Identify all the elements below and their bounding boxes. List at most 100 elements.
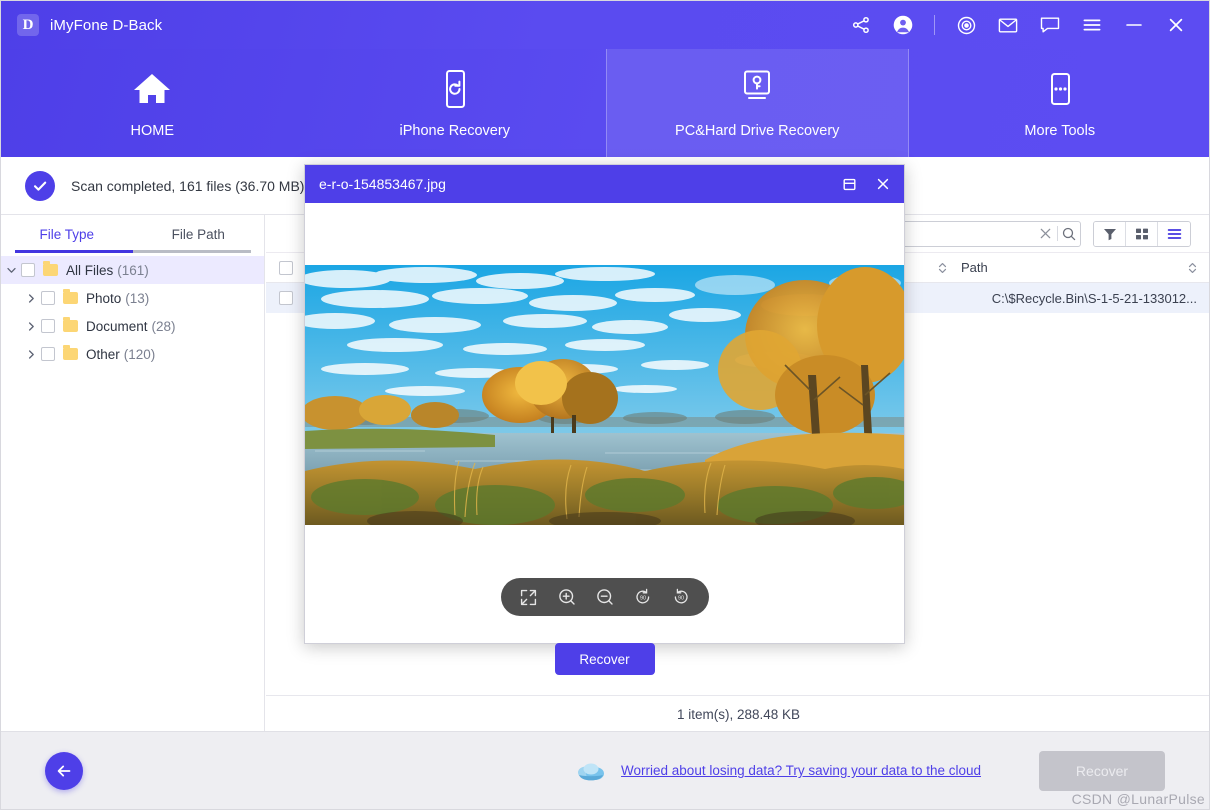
image-preview-dialog: e-r-o-154853467.jpg 90 90 Recover xyxy=(304,164,905,675)
rotate-right-90-icon[interactable]: 90 xyxy=(669,585,693,609)
nav-tab-more-tools[interactable]: More Tools xyxy=(909,49,1210,157)
watermark-text: CSDN @LunarPulse xyxy=(1071,791,1205,807)
nav-label-iphone-recovery: iPhone Recovery xyxy=(399,122,510,139)
zoom-in-icon[interactable] xyxy=(555,585,579,609)
app-title: iMyFone D-Back xyxy=(50,16,163,34)
grid-view-icon[interactable] xyxy=(1126,221,1158,246)
folder-icon xyxy=(43,261,58,276)
column-path[interactable]: Path xyxy=(961,260,1209,275)
chevron-down-icon[interactable] xyxy=(1,267,21,274)
maximize-icon[interactable] xyxy=(832,167,866,201)
tree-checkbox-photo[interactable] xyxy=(41,291,55,305)
tree-item-all-files[interactable]: All Files (161) xyxy=(1,256,264,284)
tree-item-document[interactable]: Document (28) xyxy=(1,312,264,340)
scan-status-text: Scan completed, 161 files (36.70 MB) h xyxy=(71,177,317,194)
tree-count-all-files: (161) xyxy=(117,262,149,278)
select-all-checkbox[interactable] xyxy=(266,260,306,275)
zoom-out-icon[interactable] xyxy=(593,585,617,609)
phone-refresh-icon xyxy=(438,68,472,110)
close-icon[interactable] xyxy=(1159,8,1193,42)
sidebar-tab-file-type[interactable]: File Type xyxy=(1,215,133,253)
app-logo: D xyxy=(17,14,39,36)
chevron-right-icon[interactable] xyxy=(21,321,41,331)
tree-checkbox-other[interactable] xyxy=(41,347,55,361)
rotate-left-90-icon[interactable]: 90 xyxy=(631,585,655,609)
nav-tab-iphone-recovery[interactable]: iPhone Recovery xyxy=(304,49,607,157)
tree-checkbox-document[interactable] xyxy=(41,319,55,333)
column-path-label: Path xyxy=(961,260,988,275)
tree-count-photo: (13) xyxy=(125,290,150,306)
title-bar-icons xyxy=(840,1,1209,49)
row-checkbox[interactable] xyxy=(266,291,306,305)
row-path-cell: C:\$Recycle.Bin\S-1-5-21-133012... xyxy=(991,290,1197,306)
tree-label-document: Document xyxy=(86,318,148,334)
search-icon[interactable] xyxy=(1057,222,1080,246)
folder-icon xyxy=(63,317,78,332)
account-icon[interactable] xyxy=(886,8,920,42)
tree-label-other: Other xyxy=(86,346,120,362)
cloud-backup-link[interactable]: Worried about losing data? Try saving yo… xyxy=(621,763,981,778)
application-window: D iMyFone D-Back HOME iPhone Recovery PC… xyxy=(0,0,1210,810)
sidebar-tabs: File Type File Path xyxy=(1,215,264,253)
tree-label-photo: Photo xyxy=(86,290,122,306)
chevron-right-icon[interactable] xyxy=(21,349,41,359)
monitor-key-icon xyxy=(737,68,777,110)
back-button[interactable] xyxy=(45,751,83,790)
sidebar-tab-indicator xyxy=(15,250,133,253)
chevron-right-icon[interactable] xyxy=(21,293,41,303)
list-footer-summary: 1 item(s), 288.48 KB xyxy=(266,695,1209,733)
file-type-tree: All Files (161) Photo (13) Document (28)… xyxy=(1,253,264,368)
dialog-title-bar: e-r-o-154853467.jpg xyxy=(305,165,904,203)
minimize-icon[interactable] xyxy=(1117,8,1151,42)
tree-label-all-files: All Files xyxy=(66,262,114,278)
dialog-filename: e-r-o-154853467.jpg xyxy=(319,176,446,192)
chat-icon[interactable] xyxy=(1033,8,1067,42)
bottom-bar: Worried about losing data? Try saving yo… xyxy=(1,731,1209,809)
nav-label-pc-hard-drive-recovery: PC&Hard Drive Recovery xyxy=(675,122,840,139)
main-navigation: HOME iPhone Recovery PC&Hard Drive Recov… xyxy=(1,49,1210,157)
row-checkbox-box[interactable] xyxy=(279,291,293,305)
view-tool-group xyxy=(1093,220,1191,247)
close-icon[interactable] xyxy=(866,167,900,201)
nav-label-home: HOME xyxy=(130,122,175,139)
svg-text:90: 90 xyxy=(640,596,646,602)
sort-arrows-icon[interactable] xyxy=(1188,262,1197,274)
tree-checkbox-all-files[interactable] xyxy=(21,263,35,277)
clear-search-icon[interactable] xyxy=(1034,222,1057,246)
nav-tab-pc-hard-drive-recovery[interactable]: PC&Hard Drive Recovery xyxy=(606,49,909,157)
home-icon xyxy=(130,68,174,110)
folder-icon xyxy=(63,345,78,360)
toolbar-divider xyxy=(934,15,935,35)
record-icon[interactable] xyxy=(949,8,983,42)
arrow-left-icon xyxy=(57,765,71,776)
nav-tab-home[interactable]: HOME xyxy=(1,49,304,157)
tree-count-other: (120) xyxy=(123,346,156,362)
more-dots-icon xyxy=(1043,68,1077,110)
sidebar: File Type File Path All Files (161) Phot… xyxy=(1,215,265,733)
image-toolbar: 90 90 xyxy=(500,578,709,616)
tree-item-other[interactable]: Other (120) xyxy=(1,340,264,368)
share-icon[interactable] xyxy=(844,8,878,42)
nav-label-more-tools: More Tools xyxy=(1024,122,1096,139)
fit-screen-icon[interactable] xyxy=(517,585,541,609)
tree-count-document: (28) xyxy=(151,318,176,334)
mail-icon[interactable] xyxy=(991,8,1025,42)
cloud-icon xyxy=(578,763,605,780)
cloud-promo: Worried about losing data? Try saving yo… xyxy=(575,760,981,782)
svg-text:90: 90 xyxy=(678,596,684,602)
dialog-body: 90 90 Recover xyxy=(305,203,904,675)
list-view-icon[interactable] xyxy=(1158,221,1190,246)
check-circle-icon xyxy=(25,170,55,201)
title-bar: D iMyFone D-Back xyxy=(1,1,1209,49)
filter-icon[interactable] xyxy=(1094,221,1126,246)
dialog-window-buttons xyxy=(832,167,900,201)
recover-button-disabled: Recover xyxy=(1039,750,1165,791)
folder-icon xyxy=(63,289,78,304)
sort-arrows-icon[interactable] xyxy=(938,262,947,274)
dialog-recover-button[interactable]: Recover xyxy=(554,643,655,675)
sidebar-tab-file-path[interactable]: File Path xyxy=(133,215,265,253)
tree-item-photo[interactable]: Photo (13) xyxy=(1,284,264,312)
preview-image xyxy=(305,265,904,525)
menu-icon[interactable] xyxy=(1075,8,1109,42)
select-all-checkbox-box[interactable] xyxy=(279,260,293,275)
